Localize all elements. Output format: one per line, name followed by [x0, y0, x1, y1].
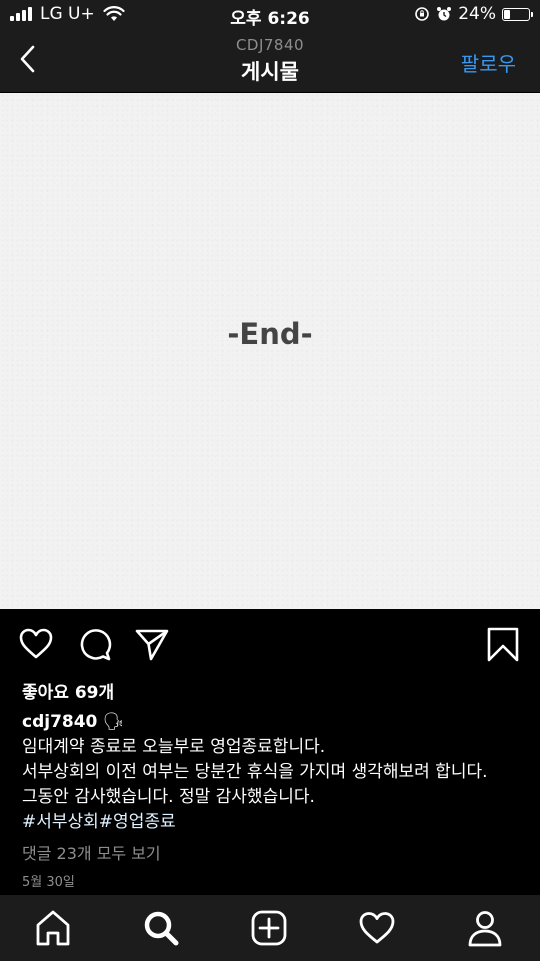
- battery-icon: [502, 7, 533, 21]
- post-actions: [0, 622, 540, 666]
- comment-icon[interactable]: [77, 626, 113, 662]
- header-username: CDJ7840: [235, 36, 305, 54]
- rotation-lock-icon: [415, 7, 430, 21]
- post-image-text: -End-: [227, 317, 313, 351]
- post-image[interactable]: -End-: [0, 93, 540, 609]
- battery-percent: 24%: [458, 4, 496, 24]
- page-title: 게시물: [241, 60, 299, 84]
- post-caption: cdj7840 🗣 임대계약 종료로 오늘부로 영업종료합니다. 서부상회의 이…: [22, 710, 522, 835]
- heart-icon[interactable]: [18, 626, 54, 662]
- speaking-head-emoji: 🗣: [102, 712, 125, 732]
- bottom-nav: [0, 895, 540, 961]
- follow-button[interactable]: 팔로우: [461, 48, 516, 77]
- status-bar: LG U+ 오후 6:26 24%: [0, 0, 540, 30]
- profile-icon[interactable]: [466, 909, 504, 947]
- battery-fill: [504, 9, 510, 19]
- post-date: 5월 30일: [22, 875, 75, 890]
- caption-line: 그동안 감사했습니다. 정말 감사했습니다.: [22, 787, 315, 807]
- add-post-icon[interactable]: [250, 909, 288, 947]
- search-icon[interactable]: [142, 909, 180, 947]
- activity-heart-icon[interactable]: [358, 909, 396, 947]
- likes-count[interactable]: 좋아요 69개: [22, 678, 114, 703]
- share-icon[interactable]: [134, 626, 170, 662]
- caption-line: 서부상회의 이전 여부는 당분간 휴식을 가지며 생각해보려 합니다.: [22, 762, 488, 782]
- caption-hashtags[interactable]: #서부상회#영업종료: [22, 810, 522, 835]
- caption-username[interactable]: cdj7840: [22, 712, 97, 732]
- post-header: CDJ7840 게시물 팔로우: [0, 30, 540, 92]
- bookmark-icon[interactable]: [485, 626, 521, 662]
- caption-line: 임대계약 종료로 오늘부로 영업종료합니다.: [22, 737, 326, 757]
- view-all-comments-link[interactable]: 댓글 23개 모두 보기: [22, 840, 161, 864]
- alarm-icon: [437, 7, 452, 21]
- status-right: 24%: [414, 4, 533, 24]
- home-icon[interactable]: [34, 909, 72, 947]
